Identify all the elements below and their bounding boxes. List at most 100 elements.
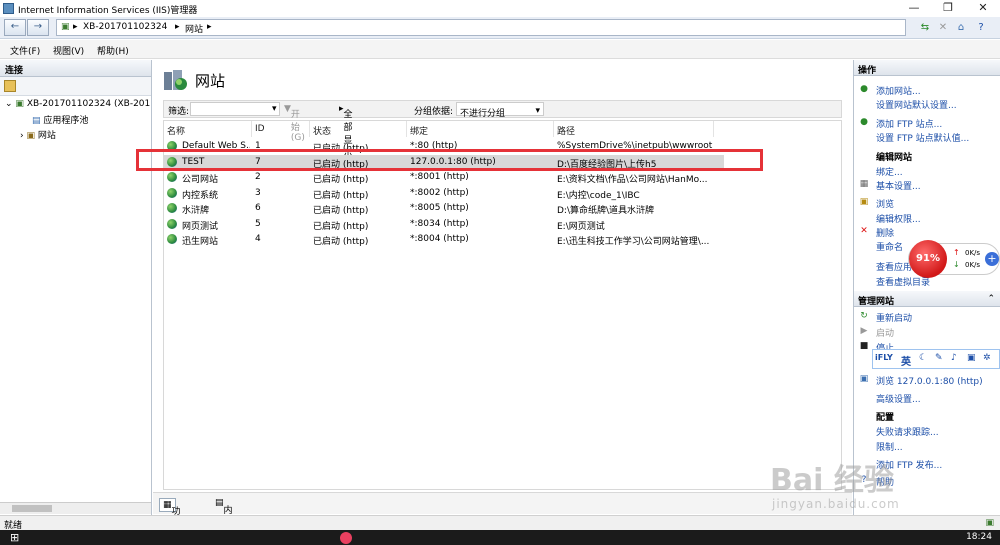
action-add-ftp[interactable]: 添加 FTP 站点... — [876, 117, 942, 130]
tab-features-view[interactable]: ▦ 功能视图 — [159, 498, 181, 543]
action-browse-site[interactable]: 浏览 127.0.0.1:80 (http) — [876, 374, 983, 387]
filter-input[interactable] — [190, 102, 280, 116]
close-button[interactable]: ✕ — [966, 0, 1000, 17]
ime-language[interactable]: 英 — [901, 353, 911, 368]
chevron-right-icon: ▸ — [207, 22, 212, 32]
highlight-annotation — [136, 149, 763, 171]
baidu-watermark: Bai 经验 jingyan.baidu.com — [770, 455, 970, 515]
help-icon[interactable]: ? — [974, 21, 988, 34]
action-rename[interactable]: 重命名 — [876, 240, 903, 253]
server-status-icon: ▣ — [985, 518, 994, 528]
column-header-path[interactable]: 路径 — [554, 121, 714, 137]
skin-icon[interactable]: ▣ — [967, 353, 976, 363]
action-basic-settings[interactable]: 基本设置... — [876, 179, 921, 192]
view-tabs: ▦ 功能视图 ▤ 内容视图 — [153, 492, 852, 543]
microphone-icon[interactable]: ♪ — [951, 353, 957, 363]
column-header-binding[interactable]: 绑定 — [407, 121, 554, 137]
table-row[interactable]: 内控系统 3 已启动 (http) *:8002 (http) E:\内控\code_1… — [164, 186, 724, 201]
sites-table: 名称 ID 状态 绑定 路径 Default Web S... 1 已启动 (htt… — [163, 120, 842, 490]
settings-icon[interactable]: ✲ — [983, 353, 991, 363]
address-segment-server[interactable]: XB-201701102324 — [83, 22, 167, 32]
start-filter-button[interactable]: ▼ 开始(G) — [284, 104, 305, 143]
maximize-button[interactable]: ❐ — [931, 0, 965, 17]
filter-label: 筛选: — [168, 107, 190, 117]
page-title: 网站 — [195, 72, 226, 90]
watermark-main: Bai 经验 — [770, 463, 894, 498]
action-edit-permissions[interactable]: 编辑权限... — [876, 212, 921, 225]
action-start[interactable]: 启动 — [876, 326, 894, 339]
table-row[interactable]: 公司网站 2 已启动 (http) *:8001 (http) E:\资料文档\作品\公… — [164, 170, 724, 185]
action-advanced-settings[interactable]: 高级设置... — [876, 392, 921, 405]
table-row[interactable]: 网页测试 5 已启动 (http) *:8034 (http) E:\网页测试 — [164, 217, 724, 232]
collapse-icon[interactable]: ⌃ — [987, 294, 995, 304]
forward-button[interactable]: → — [27, 19, 49, 36]
taskbar: ⊞ 18:24 — [0, 530, 1000, 545]
group-by-label: 分组依据: — [414, 107, 454, 117]
action-explore[interactable]: 浏览 — [876, 197, 894, 210]
address-segment-sites[interactable]: 网站 — [185, 22, 203, 35]
cell-binding: *:8002 (http) — [410, 187, 469, 198]
watermark-sub: jingyan.baidu.com — [772, 497, 900, 511]
group-by-select[interactable]: 不进行分组 ▾ — [456, 102, 544, 119]
stop-icon[interactable]: ✕ — [936, 21, 950, 34]
tree-sites[interactable]: › ▣ 网站 — [20, 128, 56, 141]
punctuation-icon[interactable]: ✎ — [935, 353, 943, 363]
website-globe-icon — [167, 234, 177, 244]
cell-binding: *:8005 (http) — [410, 203, 469, 213]
start-icon[interactable]: ⊞ — [10, 531, 19, 544]
column-header-name[interactable]: 名称 — [164, 121, 252, 137]
status-bar: 就绪 ▣ — [0, 515, 1000, 531]
minimize-button[interactable]: — — [897, 0, 931, 17]
network-speed-widget[interactable]: 91% ↑ 0K/s ↓ 0K/s + — [908, 240, 1000, 278]
upload-speed: 0K/s — [965, 249, 981, 257]
menu-bar: 文件(F) 视图(V) 帮助(H) — [0, 40, 1000, 59]
connect-icon[interactable] — [4, 80, 16, 92]
table-row[interactable]: 迅生网站 4 已启动 (http) *:8004 (http) E:\迅生科技工作学习\… — [164, 232, 724, 247]
action-restart[interactable]: 重新启动 — [876, 311, 912, 324]
cell-path: E:\内控\code_1\IBC — [557, 190, 640, 201]
expand-icon[interactable]: ⌄ — [5, 99, 13, 109]
iis-app-icon — [3, 3, 14, 14]
column-header-id[interactable]: ID — [252, 121, 310, 137]
action-ftp-defaults[interactable]: 设置 FTP 站点默认值... — [876, 131, 969, 144]
connections-panel: 连接 ⌄ ▣ XB-201701102324 (XB-201 ▤ 应用程序池 ›… — [0, 60, 152, 515]
scrollbar-thumb[interactable] — [12, 505, 52, 512]
plus-icon[interactable]: + — [985, 252, 999, 266]
ime-toolbar: iFLY 英 ☾ ✎ ♪ ▣ ✲ — [872, 349, 1000, 369]
cell-id: 6 — [255, 203, 261, 213]
show-all-button[interactable]: ▸ 全部显示(A) — [339, 104, 357, 169]
action-bindings[interactable]: 绑定... — [876, 165, 903, 178]
action-delete[interactable]: 删除 — [876, 226, 894, 239]
dropdown-arrow-icon[interactable]: ▾ — [272, 104, 277, 114]
sites-content: 网站 筛选: ▾ ▼ 开始(G) ▸ 全部显示(A) 分组依据: 不进行分组▾ … — [136, 60, 852, 543]
moon-icon[interactable]: ☾ — [919, 353, 927, 363]
cell-id: 3 — [255, 187, 261, 198]
taskbar-app-icon[interactable] — [340, 532, 352, 544]
menu-help[interactable]: 帮助(H) — [97, 44, 129, 57]
column-header-status[interactable]: 状态 — [310, 121, 407, 137]
address-bar[interactable]: ▣ ▸ XB-201701102324 ▸ 网站 ▸ — [56, 19, 906, 36]
refresh-icon[interactable]: ⇆ — [918, 21, 932, 34]
cell-id: 2 — [255, 172, 261, 182]
actions-panel: 操作 ● 添加网站... 设置网站默认设置... ● 添加 FTP 站点... … — [853, 60, 1000, 515]
add-site-icon: ● — [860, 84, 868, 94]
memory-usage-ball[interactable]: 91% — [909, 240, 947, 278]
cell-name: 内控系统 — [182, 190, 219, 201]
horizontal-scrollbar[interactable] — [0, 502, 151, 514]
action-limits[interactable]: 限制... — [876, 440, 903, 453]
menu-file[interactable]: 文件(F) — [10, 44, 40, 57]
tree-server[interactable]: ⌄ ▣ XB-201701102324 (XB-201 — [5, 99, 150, 109]
tree-app-pools[interactable]: ▤ 应用程序池 — [32, 113, 88, 126]
action-site-defaults[interactable]: 设置网站默认设置... — [876, 98, 957, 111]
home-icon[interactable]: ⌂ — [954, 21, 968, 34]
table-row[interactable]: 水浒牌 6 已启动 (http) *:8005 (http) D:\算命纸牌\道具水浒牌 — [164, 201, 724, 216]
action-add-site[interactable]: 添加网站... — [876, 84, 921, 97]
action-failed-request-tracing[interactable]: 失败请求跟踪... — [876, 425, 939, 438]
cell-id: 5 — [255, 218, 261, 229]
tab-content-view[interactable]: ▤ 内容视图 — [215, 498, 233, 542]
website-globe-icon — [167, 187, 177, 198]
address-toolbar: ← → ▣ ▸ XB-201701102324 ▸ 网站 ▸ ⇆ ✕ ⌂ ? — [0, 17, 1000, 39]
back-button[interactable]: ← — [4, 19, 26, 36]
expand-icon[interactable]: › — [20, 131, 24, 141]
menu-view[interactable]: 视图(V) — [53, 44, 84, 57]
